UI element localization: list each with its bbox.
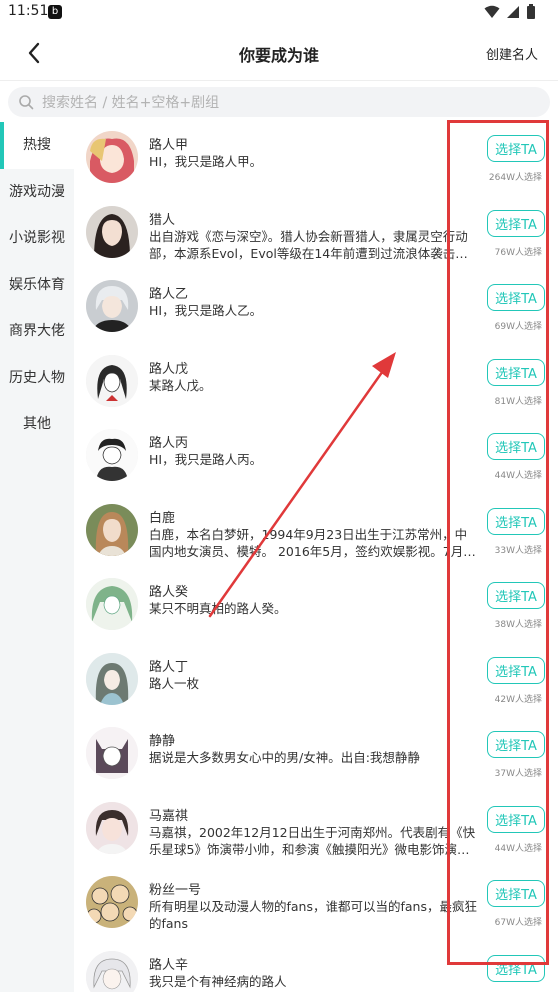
avatar bbox=[86, 280, 138, 332]
sidebar-item-novels-film[interactable]: 小说影视 bbox=[0, 215, 74, 262]
avatar bbox=[86, 205, 138, 258]
avatar bbox=[86, 801, 138, 854]
status-icons bbox=[484, 4, 536, 19]
sidebar-item-business[interactable]: 商界大佬 bbox=[0, 308, 74, 355]
sidebar-item-history[interactable]: 历史人物 bbox=[0, 355, 74, 402]
character-name: 路人丁 bbox=[149, 659, 189, 675]
search-icon bbox=[19, 95, 34, 110]
character-name: 路人癸 bbox=[149, 585, 189, 600]
character-description: 某只不明真相的路人癸。 bbox=[149, 601, 287, 616]
page-title: 你要成为谁 bbox=[238, 46, 319, 65]
character-name: 白鹿 bbox=[149, 510, 176, 526]
character-description: 某路人戊。 bbox=[149, 377, 212, 393]
create-celebrity-button[interactable]: 创建名人 bbox=[486, 44, 538, 63]
avatar bbox=[86, 652, 138, 705]
sidebar-item-other[interactable]: 其他 bbox=[0, 401, 74, 448]
character-description: 我只是个有神经病的路人 bbox=[149, 973, 287, 989]
avatar bbox=[86, 578, 138, 630]
character-name: 路人乙 bbox=[149, 287, 189, 302]
app-notification-icon: b bbox=[48, 5, 62, 19]
avatar bbox=[86, 131, 138, 183]
highlight-box bbox=[447, 120, 549, 965]
avatar bbox=[86, 354, 138, 407]
character-name: 静静 bbox=[149, 734, 176, 749]
avatar bbox=[86, 503, 138, 556]
sidebar-item-hot[interactable]: 热搜 bbox=[0, 122, 74, 169]
avatar bbox=[86, 727, 138, 779]
sidebar-item-games-anime[interactable]: 游戏动漫 bbox=[0, 169, 74, 216]
character-name: 路人戊 bbox=[149, 361, 189, 377]
character-name: 马嘉祺 bbox=[149, 808, 189, 824]
avatar bbox=[86, 429, 138, 481]
character-description: 路人一枚 bbox=[149, 675, 200, 691]
header-divider bbox=[0, 80, 558, 81]
character-description: HI，我只是路人甲。 bbox=[149, 154, 263, 169]
character-description: HI，我只是路人丙。 bbox=[149, 452, 263, 467]
category-sidebar: 热搜 游戏动漫 小说影视 娱乐体育 商界大佬 历史人物 其他 bbox=[0, 122, 74, 992]
status-time: 11:51 bbox=[8, 3, 49, 19]
character-description: 据说是大多数男女心中的男/女神。出自:我想静静 bbox=[149, 750, 420, 765]
avatar bbox=[86, 950, 138, 992]
character-description: 马嘉祺，2002年12月12日出生于河南郑州。代表剧有《快乐星球5》饰演带小帅，… bbox=[149, 824, 476, 857]
character-name: 猎人 bbox=[149, 212, 176, 228]
wifi-icon bbox=[484, 5, 500, 18]
character-description: 出自游戏《恋与深空》。猎人协会新晋猎人，隶属灵空行动部，本源系Evol，Evol… bbox=[149, 228, 468, 261]
search-bar[interactable] bbox=[8, 87, 550, 119]
character-description: 所有明星以及动漫人物的fans，谁都可以当的fans，最疯狂的fans bbox=[149, 899, 477, 931]
sidebar-item-entertainment-sports[interactable]: 娱乐体育 bbox=[0, 262, 74, 309]
character-name: 路人辛 bbox=[149, 957, 189, 973]
battery-icon bbox=[527, 4, 535, 19]
avatar bbox=[86, 876, 138, 928]
status-bar: 11:51 b bbox=[0, 0, 558, 24]
search-input[interactable] bbox=[40, 87, 534, 119]
character-description: HI，我只是路人乙。 bbox=[149, 303, 263, 318]
character-description: 白鹿，本名白梦妍，1994年9月23日出生于江苏常州，中国内地女演员、模特。 2… bbox=[149, 526, 476, 559]
signal-icon bbox=[507, 5, 519, 18]
character-name: 粉丝一号 bbox=[149, 883, 202, 898]
character-name: 路人甲 bbox=[149, 138, 189, 153]
character-name: 路人丙 bbox=[149, 436, 189, 451]
top-bar: 你要成为谁 创建名人 bbox=[0, 28, 558, 78]
